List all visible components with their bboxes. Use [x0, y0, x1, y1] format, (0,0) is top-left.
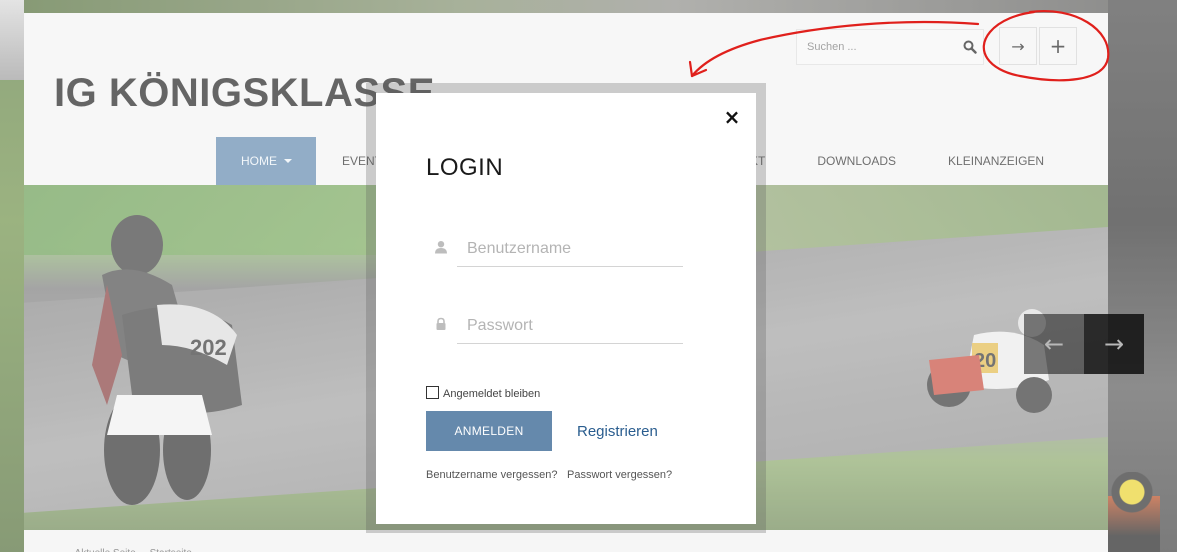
remember-me: Angemeldet bleiben — [426, 384, 540, 400]
lock-icon — [436, 317, 446, 330]
password-input[interactable] — [457, 308, 683, 344]
slider-prev-button[interactable]: ← — [1024, 314, 1084, 374]
remember-me-checkbox[interactable] — [426, 385, 439, 399]
remember-me-label[interactable]: Angemeldet bleiben — [443, 388, 540, 400]
username-input[interactable] — [457, 231, 683, 267]
password-field — [434, 308, 684, 344]
slider-next-button[interactable]: → — [1084, 314, 1144, 374]
arrow-left-icon: ← — [1043, 330, 1065, 358]
modal-title: LOGIN — [426, 154, 504, 181]
username-field — [434, 231, 684, 267]
forgot-username-link[interactable]: Benutzername vergessen? — [426, 469, 557, 481]
login-submit-button[interactable]: ANMELDEN — [426, 411, 552, 451]
login-modal: × LOGIN Angemeldet bleiben ANMELDEN Regi… — [376, 93, 756, 524]
register-link[interactable]: Registrieren — [577, 423, 658, 440]
arrow-right-icon: → — [1103, 330, 1125, 358]
user-icon — [435, 241, 447, 254]
forgot-password-link[interactable]: Passwort vergessen? — [567, 469, 672, 481]
close-icon[interactable]: × — [722, 107, 742, 127]
